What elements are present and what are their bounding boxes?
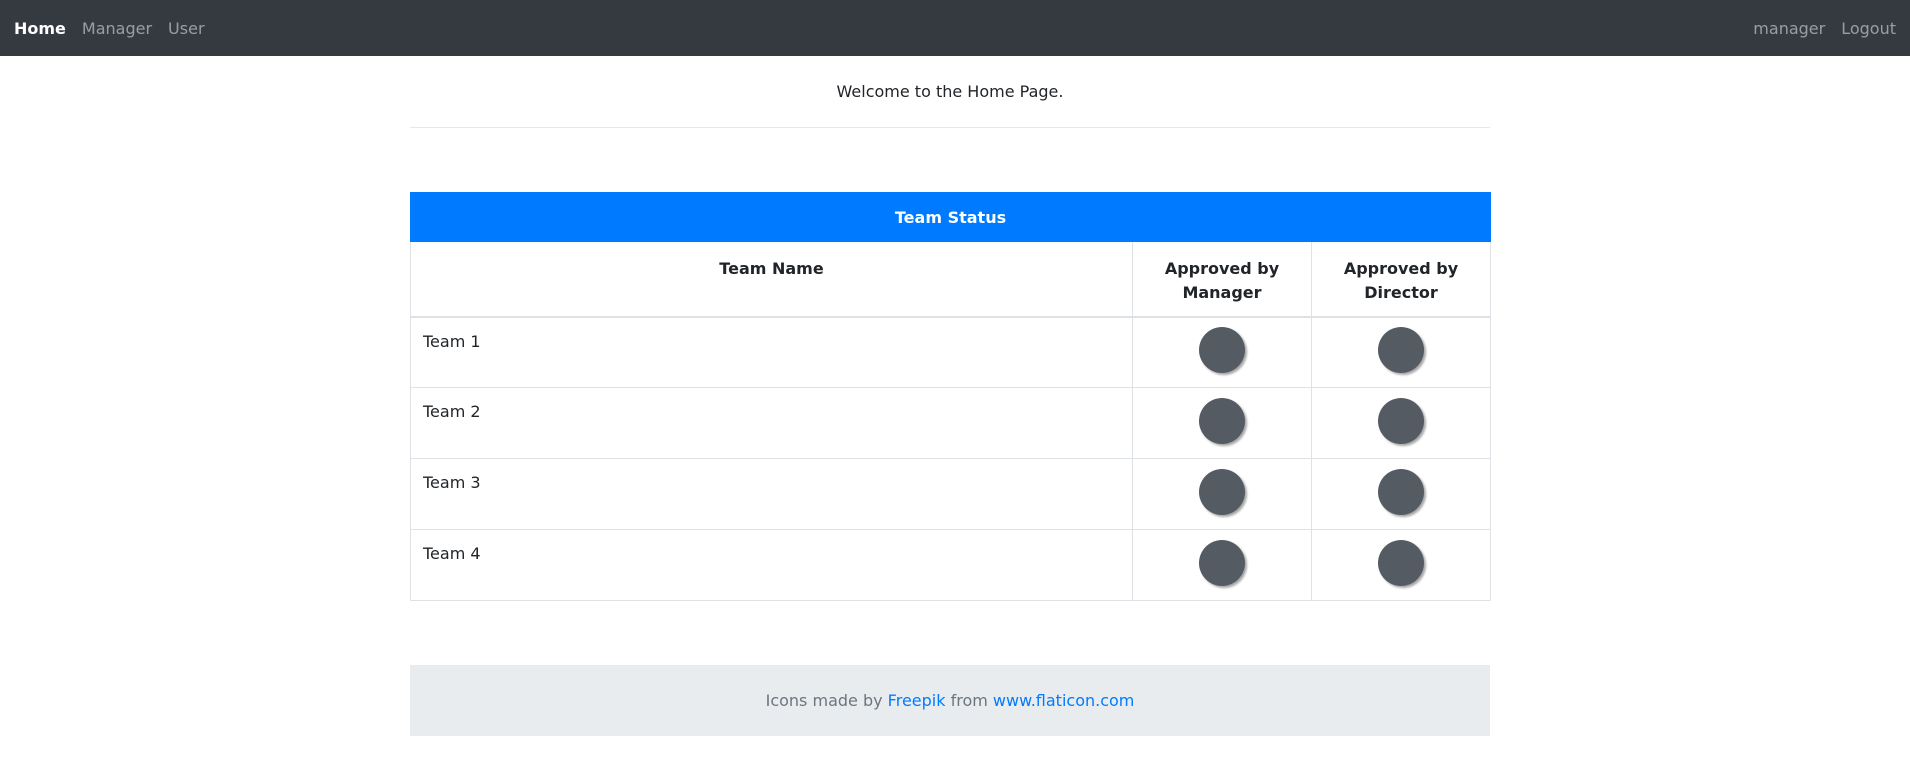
director-approval-cell <box>1311 458 1491 530</box>
status-dot-icon[interactable] <box>1199 469 1245 515</box>
nav-home-link[interactable]: Home <box>14 19 66 38</box>
table-row: Team 2 <box>410 387 1491 459</box>
main-container: Welcome to the Home Page. Team Status Te… <box>410 56 1491 736</box>
manager-approval-cell <box>1132 387 1312 459</box>
status-dot-icon[interactable] <box>1199 327 1245 374</box>
top-navbar: Home Manager User manager Logout <box>0 0 1910 56</box>
nav-left: Home Manager User <box>14 19 221 38</box>
flaticon-link[interactable]: www.flaticon.com <box>993 691 1134 710</box>
footer-middle: from <box>950 691 988 710</box>
director-approval-cell <box>1311 316 1491 388</box>
status-dot-icon[interactable] <box>1378 327 1424 374</box>
table-title: Team Status <box>410 192 1491 242</box>
table-row: Team 1 <box>410 316 1491 388</box>
table-row: Team 4 <box>410 529 1491 601</box>
nav-account-link[interactable]: manager <box>1753 19 1825 38</box>
status-dot-icon[interactable] <box>1199 398 1245 444</box>
freepik-link[interactable]: Freepik <box>888 691 946 710</box>
welcome-message: Welcome to the Home Page. <box>410 56 1490 128</box>
team-name-cell: Team 4 <box>410 529 1133 601</box>
manager-approval-cell <box>1132 529 1312 601</box>
nav-manager-link[interactable]: Manager <box>82 19 152 38</box>
team-name-cell: Team 1 <box>410 316 1133 388</box>
col-header-approved-director: Approved by Director <box>1311 241 1491 318</box>
nav-right: manager Logout <box>1737 19 1896 38</box>
status-dot-icon[interactable] <box>1378 540 1424 586</box>
nav-logout-link[interactable]: Logout <box>1841 19 1896 38</box>
director-approval-cell <box>1311 529 1491 601</box>
footer-credits: Icons made by Freepik from www.flaticon.… <box>410 665 1490 736</box>
director-approval-cell <box>1311 387 1491 459</box>
col-header-approved-manager: Approved by Manager <box>1132 241 1312 318</box>
team-name-cell: Team 3 <box>410 458 1133 530</box>
status-dot-icon[interactable] <box>1378 469 1424 515</box>
footer-prefix: Icons made by <box>765 691 883 710</box>
team-status-table: Team Status Team Name Approved by Manage… <box>410 192 1491 601</box>
col-header-team-name: Team Name <box>410 241 1133 318</box>
manager-approval-cell <box>1132 458 1312 530</box>
manager-approval-cell <box>1132 316 1312 388</box>
table-row: Team 3 <box>410 458 1491 530</box>
team-status-table-wrap: Team Status Team Name Approved by Manage… <box>410 192 1491 601</box>
status-dot-icon[interactable] <box>1199 540 1245 586</box>
status-dot-icon[interactable] <box>1378 398 1424 444</box>
team-name-cell: Team 2 <box>410 387 1133 459</box>
nav-user-link[interactable]: User <box>168 19 204 38</box>
